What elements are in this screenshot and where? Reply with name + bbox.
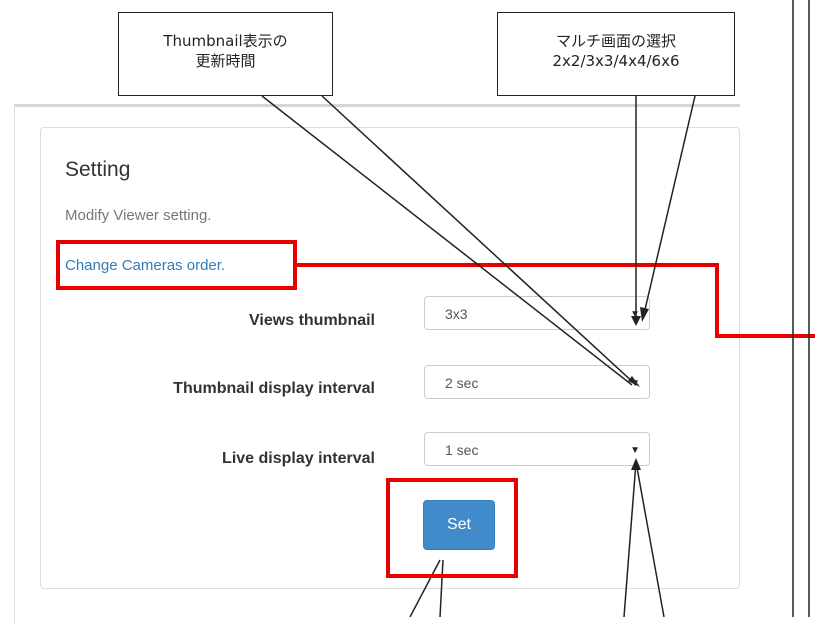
panel-title: Setting xyxy=(65,158,131,181)
thumbnail-interval-value: 2 sec xyxy=(445,375,479,391)
panel-subtitle: Modify Viewer setting. xyxy=(65,207,212,224)
set-button-highlight-box xyxy=(386,478,518,578)
chevron-down-icon: ▼ xyxy=(630,378,640,389)
callout-line: 2x2/3x3/4x4/6x6 xyxy=(552,52,680,70)
views-thumbnail-value: 3x3 xyxy=(445,306,468,322)
callout-line: Thumbnail表示の xyxy=(163,32,288,50)
thumbnail-interval-label: Thumbnail display interval xyxy=(173,380,375,397)
views-thumbnail-select[interactable]: 3x3 ▼ xyxy=(424,296,650,330)
live-interval-select[interactable]: 1 sec ▼ xyxy=(424,432,650,466)
chevron-down-icon: ▼ xyxy=(630,309,640,320)
multiscreen-callout: マルチ画面の選択 2x2/3x3/4x4/6x6 xyxy=(497,12,735,96)
thumbnail-interval-select[interactable]: 2 sec ▼ xyxy=(424,365,650,399)
live-interval-value: 1 sec xyxy=(445,442,479,458)
callout-line: マルチ画面の選択 xyxy=(555,32,676,50)
views-thumbnail-label: Views thumbnail xyxy=(249,312,375,329)
chevron-down-icon: ▼ xyxy=(630,445,640,456)
link-highlight-box xyxy=(56,240,297,290)
thumbnail-interval-callout: Thumbnail表示の 更新時間 xyxy=(118,12,333,96)
callout-line: 更新時間 xyxy=(195,52,256,70)
live-interval-label: Live display interval xyxy=(222,450,375,467)
